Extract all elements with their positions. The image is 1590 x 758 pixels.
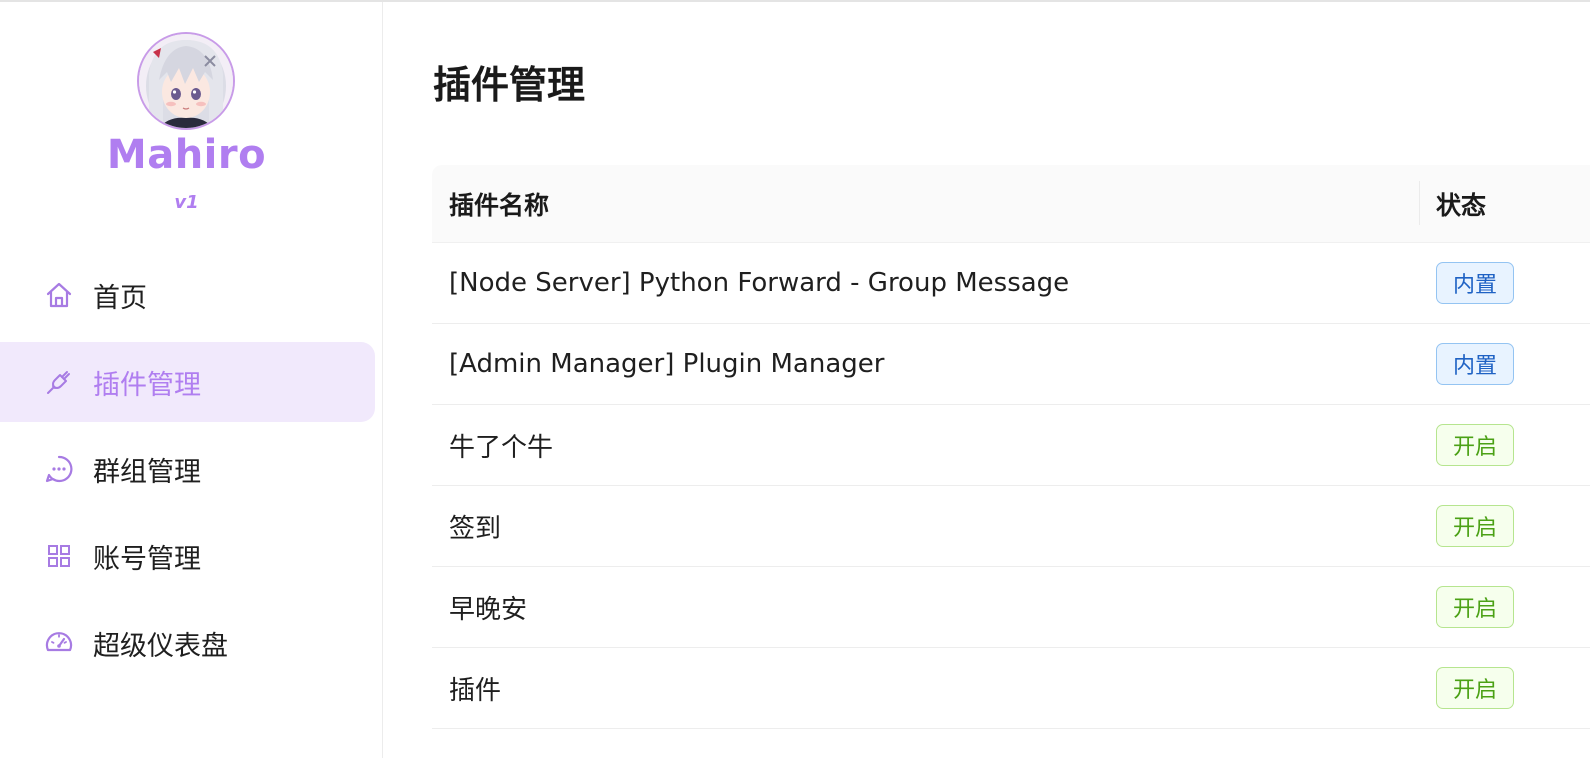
dashboard-gauge-icon (44, 628, 74, 658)
plugin-name: [Node Server] Python Forward - Group Mes… (449, 268, 1070, 298)
page-title: 插件管理 (433, 63, 586, 107)
main-content: 插件管理 插件名称 状态 [Node Server] Python Forwar… (383, 2, 1590, 758)
sidebar-item-plugins[interactable]: 插件管理 (0, 342, 375, 422)
sidebar-item-label: 首页 (93, 282, 147, 314)
sidebar-item-label: 插件管理 (93, 369, 201, 401)
column-header-name: 插件名称 (449, 190, 550, 220)
avatar-image (139, 34, 233, 128)
table-row[interactable]: [Admin Manager] Plugin Manager 内置 (432, 324, 1590, 405)
table-row[interactable]: [Node Server] Python Forward - Group Mes… (432, 243, 1590, 324)
sidebar-item-label: 账号管理 (93, 543, 201, 575)
sidebar: Mahiro v1 首页 插件管理 群组管理 账号管理 超级仪表盘 (0, 2, 383, 758)
status-badge: 开启 (1436, 424, 1514, 466)
brand-name: Mahiro (106, 132, 267, 178)
plugin-name: 签到 (449, 513, 502, 544)
sidebar-item-home[interactable]: 首页 (0, 255, 375, 335)
chat-bubble-icon (44, 454, 74, 484)
status-badge: 内置 (1436, 343, 1514, 385)
table-row[interactable]: 早晚安 开启 (432, 567, 1590, 648)
status-badge: 开启 (1436, 667, 1514, 709)
sidebar-item-accounts[interactable]: 账号管理 (0, 516, 375, 596)
status-badge: 内置 (1436, 262, 1514, 304)
plugin-name: [Admin Manager] Plugin Manager (449, 349, 885, 379)
app-window: Mahiro v1 首页 插件管理 群组管理 账号管理 超级仪表盘 插件管理 插… (0, 0, 1590, 758)
table-header: 插件名称 状态 (432, 165, 1590, 243)
plugins-table: 插件名称 状态 [Node Server] Python Forward - G… (432, 165, 1590, 729)
avatar (137, 32, 235, 130)
brand-version: v1 (174, 192, 199, 213)
grid-icon (44, 541, 74, 571)
plugin-name: 插件 (449, 675, 502, 706)
sidebar-item-label: 群组管理 (93, 456, 201, 488)
sidebar-item-label: 超级仪表盘 (93, 630, 228, 662)
table-row[interactable]: 签到 开启 (432, 486, 1590, 567)
plugin-name: 早晚安 (449, 594, 528, 625)
status-badge: 开启 (1436, 505, 1514, 547)
sidebar-item-groups[interactable]: 群组管理 (0, 429, 375, 509)
plug-icon (44, 367, 74, 397)
sidebar-item-dashboard[interactable]: 超级仪表盘 (0, 603, 375, 683)
column-divider (1419, 181, 1420, 225)
table-row[interactable]: 插件 开启 (432, 648, 1590, 729)
status-badge: 开启 (1436, 586, 1514, 628)
column-header-status: 状态 (1436, 190, 1487, 220)
plugin-name: 牛了个牛 (449, 432, 554, 463)
table-row[interactable]: 牛了个牛 开启 (432, 405, 1590, 486)
home-icon (44, 280, 74, 310)
